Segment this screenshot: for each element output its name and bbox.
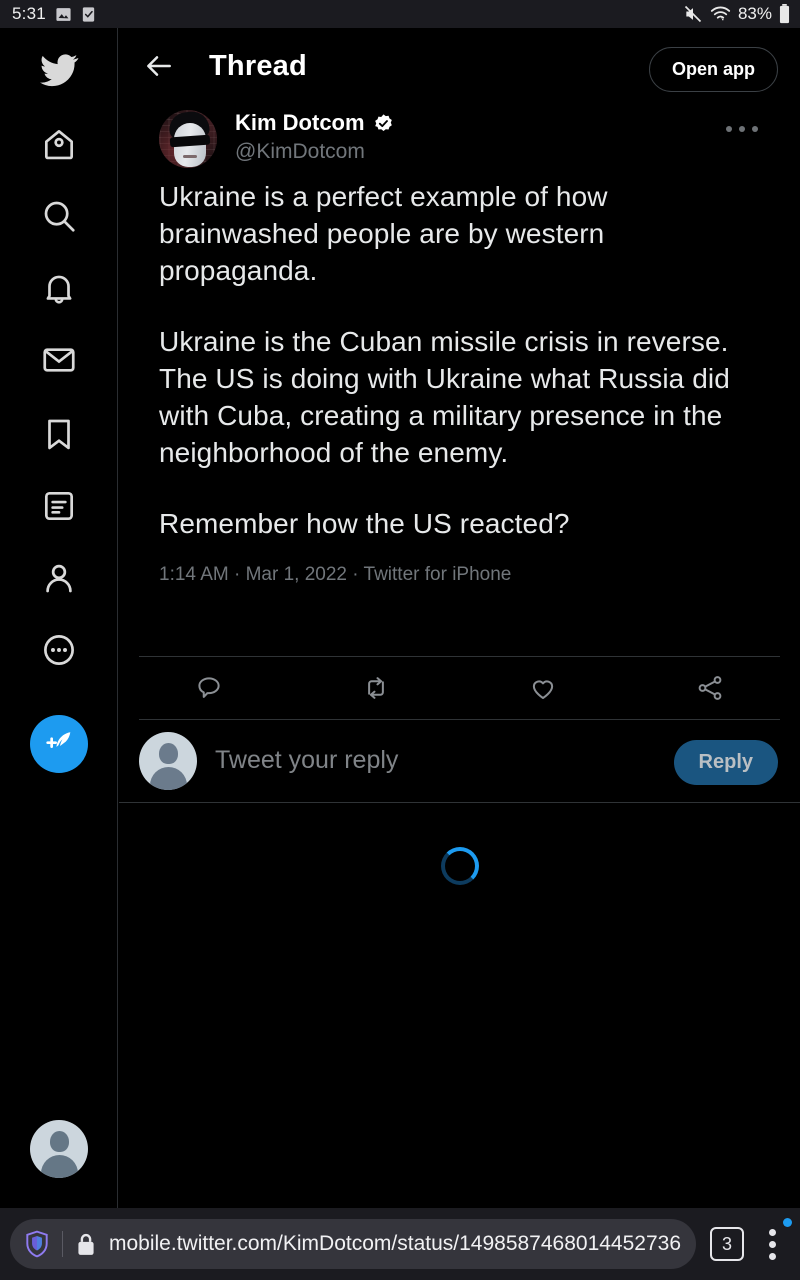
back-button[interactable] [139, 46, 179, 86]
menu-dot [769, 1241, 776, 1248]
retweet-icon [360, 673, 392, 703]
person-icon [40, 559, 78, 597]
reply-input[interactable]: Tweet your reply [215, 746, 398, 775]
twitter-bird-logo[interactable] [0, 42, 117, 98]
menu-dot [769, 1229, 776, 1236]
avatar[interactable] [159, 110, 217, 168]
author-display-name: Kim Dotcom [235, 110, 365, 135]
main-content: Thread Open app Kim Dotcom @KimDotcom Uk… [119, 28, 800, 1208]
tweet-paragraph: Ukraine is a perfect example of how brai… [159, 181, 608, 286]
address-bar[interactable]: mobile.twitter.com/KimDotcom/status/1498… [10, 1219, 696, 1269]
verified-badge-icon [373, 113, 394, 134]
sidebar-account-avatar[interactable] [30, 1120, 88, 1178]
reply-user-avatar [139, 732, 197, 790]
battery-icon [779, 4, 790, 24]
lock-icon [75, 1231, 97, 1257]
avatar-body-shape [150, 767, 187, 790]
tweet-timestamp: 1:14 AM · Mar 1, 2022 · Twitter for iPho… [159, 564, 512, 585]
reply-action-button[interactable] [125, 673, 292, 703]
shield-icon[interactable] [24, 1230, 50, 1258]
tweet-detail: Kim Dotcom @KimDotcom Ukraine is a perfe… [119, 102, 800, 586]
reply-submit-button[interactable]: Reply [673, 740, 778, 785]
left-sidebar [0, 28, 118, 1208]
back-arrow-icon [143, 50, 175, 82]
bookmark-icon [40, 415, 78, 453]
page-title: Thread [209, 49, 307, 82]
tweet-paragraph: Ukraine is the Cuban missile crisis in r… [159, 326, 730, 468]
loading-spinner-icon [440, 847, 479, 885]
avatar-body-shape [41, 1155, 78, 1178]
tweet-author-row: Kim Dotcom @KimDotcom [139, 102, 780, 174]
status-clock: 5:31 [12, 4, 46, 23]
list-icon [40, 487, 78, 525]
tweet-paragraph: Remember how the US reacted? [159, 508, 570, 539]
status-bar-left: 5:31 [12, 4, 96, 24]
browser-menu-button[interactable] [756, 1218, 792, 1264]
sidebar-item-profile[interactable] [0, 550, 117, 606]
author-name-line[interactable]: Kim Dotcom [235, 110, 394, 136]
sidebar-item-messages[interactable] [0, 332, 117, 388]
menu-dot [769, 1253, 776, 1260]
status-bar-right: 83% [683, 4, 790, 24]
bell-icon [40, 269, 78, 307]
share-action-button[interactable] [627, 673, 794, 703]
avatar-mouth-shape [183, 155, 197, 158]
avatar-head-shape [159, 743, 178, 764]
more-dot [739, 126, 745, 132]
menu-notification-badge [783, 1218, 792, 1227]
phone-screen: 5:31 83% Thread Open app Kim Dotcom @Kim… [0, 0, 800, 1280]
compose-tweet-button[interactable] [30, 715, 88, 773]
battery-percent-label: 83% [737, 4, 772, 23]
sidebar-item-more[interactable] [0, 622, 117, 678]
like-action-button[interactable] [460, 673, 627, 703]
browser-toolbar: mobile.twitter.com/KimDotcom/status/1498… [0, 1208, 800, 1280]
mute-icon [683, 4, 703, 24]
share-icon [695, 673, 725, 703]
comment-icon [194, 673, 224, 703]
more-dot [726, 126, 732, 132]
sidebar-item-lists[interactable] [0, 478, 117, 534]
sidebar-item-bookmarks[interactable] [0, 406, 117, 462]
sidebar-item-notifications[interactable] [0, 260, 117, 316]
avatar-head-shape [50, 1131, 69, 1152]
status-bar: 5:31 83% [0, 0, 800, 28]
tweet-more-button[interactable] [726, 126, 758, 132]
image-icon [55, 6, 72, 23]
home-icon [40, 125, 78, 163]
url-text: mobile.twitter.com/KimDotcom/status/1498… [109, 1232, 682, 1255]
reply-composer: Tweet your reply Reply [119, 720, 800, 802]
tab-count-button[interactable]: 3 [710, 1227, 744, 1261]
sidebar-item-search[interactable] [0, 188, 117, 244]
more-circle-icon [40, 631, 78, 669]
sidebar-item-home[interactable] [0, 116, 117, 172]
wifi-icon [710, 5, 731, 23]
author-handle: @KimDotcom [235, 140, 365, 163]
tweet-spacer [119, 586, 800, 656]
more-dot [752, 126, 758, 132]
tweet-text: Ukraine is a perfect example of how brai… [139, 174, 780, 542]
thread-header: Thread Open app [119, 28, 800, 102]
search-icon [40, 197, 78, 235]
envelope-icon [40, 341, 78, 379]
checkbox-icon [81, 6, 96, 23]
toolbar-separator [62, 1231, 63, 1257]
tweet-action-bar [119, 657, 800, 719]
retweet-action-button[interactable] [292, 673, 459, 703]
open-app-button[interactable]: Open app [648, 47, 778, 92]
compose-feather-icon [43, 728, 75, 760]
thread-loading-area [119, 803, 800, 1183]
heart-icon [528, 673, 558, 703]
